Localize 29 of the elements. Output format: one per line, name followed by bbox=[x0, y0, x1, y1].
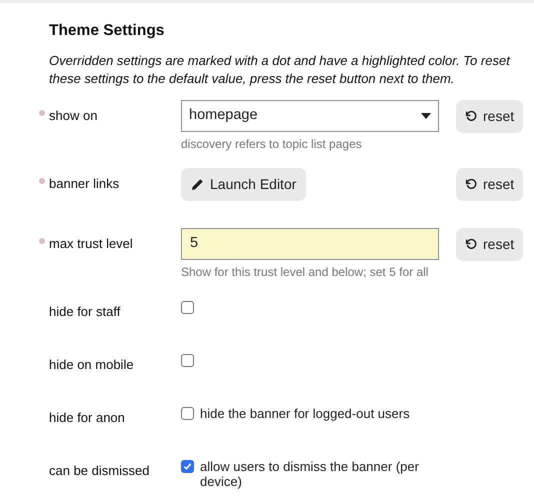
setting-label: banner links bbox=[49, 176, 120, 192]
checkbox[interactable] bbox=[181, 460, 194, 474]
checkbox[interactable] bbox=[181, 407, 194, 420]
caret-icon bbox=[421, 113, 431, 120]
setting-label: hide on mobile bbox=[49, 357, 134, 372]
setting-label: show on bbox=[49, 108, 98, 124]
text-field[interactable]: 5 bbox=[181, 228, 439, 260]
checkbox-caption: hide the banner for logged-out users bbox=[200, 406, 411, 422]
section-title: Theme Settings bbox=[49, 21, 166, 41]
setting-label: max trust level bbox=[49, 236, 133, 252]
undo-icon bbox=[465, 110, 478, 124]
checkbox[interactable] bbox=[181, 354, 194, 368]
pencil-icon bbox=[191, 178, 204, 192]
launch-editor-button[interactable]: Launch Editor bbox=[181, 168, 306, 202]
intro-text: Overridden settings are marked with a dot and have a highlighted color. To reset these settings to the default value, press the reset button next to them. bbox=[49, 52, 512, 88]
reset-button[interactable]: reset bbox=[456, 100, 524, 134]
check-icon bbox=[183, 462, 192, 472]
setting-label: hide for anon bbox=[49, 410, 125, 426]
undo-icon bbox=[465, 238, 478, 252]
setting-description: discovery refers to topic list pages bbox=[181, 136, 363, 154]
reset-button[interactable]: reset bbox=[456, 168, 524, 202]
setting-label: hide for staff bbox=[49, 304, 120, 320]
select-field[interactable]: homepage bbox=[181, 100, 439, 132]
undo-icon bbox=[465, 178, 478, 192]
checkbox-caption: allow users to dismiss the banner (per device) bbox=[200, 459, 420, 490]
reset-button[interactable]: reset bbox=[456, 228, 524, 262]
checkbox[interactable] bbox=[181, 301, 194, 314]
setting-description: Show for this trust level and below; set 5 for all bbox=[181, 264, 430, 282]
setting-label: can be dismissed bbox=[49, 463, 150, 478]
